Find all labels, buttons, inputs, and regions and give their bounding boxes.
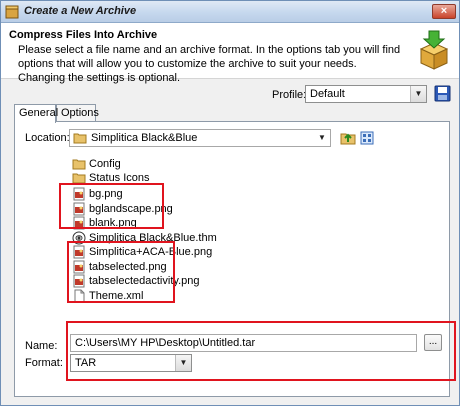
file-name: blank.png — [89, 217, 137, 229]
header-title: Compress Files Into Archive — [9, 29, 158, 41]
tab-general[interactable]: General — [14, 104, 59, 123]
file-name: Theme.xml — [89, 290, 144, 302]
image-file-icon — [73, 216, 85, 230]
image-file-icon — [73, 245, 85, 259]
file-name: bg.png — [89, 188, 123, 200]
file-name: bglandscape.png — [89, 203, 173, 215]
dialog-header: Compress Files Into Archive Please selec… — [1, 23, 459, 84]
file-list[interactable]: Config Status Icons bg.png bglandscape.p… — [69, 151, 437, 313]
chevron-down-icon: ▼ — [314, 130, 330, 146]
file-name: Simplitica Black&Blue.thm — [89, 232, 217, 244]
location-select[interactable]: Simplitica Black&Blue ▼ — [69, 129, 331, 147]
archive-name-value: C:\Users\MY HP\Desktop\Untitled.tar — [75, 337, 256, 349]
archive-name-input[interactable]: C:\Users\MY HP\Desktop\Untitled.tar — [70, 334, 417, 352]
location-value: Simplitica Black&Blue — [91, 132, 198, 144]
folder-icon — [73, 133, 87, 144]
location-label: Location: — [25, 132, 70, 144]
archive-dialog: Create a New Archive × Compress Files In… — [0, 0, 460, 406]
format-select[interactable]: TAR ▼ — [70, 354, 192, 372]
format-label: Format: — [25, 357, 63, 369]
profile-label: Profile: — [272, 89, 307, 101]
chevron-down-icon: ▼ — [175, 355, 191, 371]
format-value: TAR — [75, 357, 97, 369]
profile-value: Default — [310, 88, 345, 100]
compress-box-icon — [419, 30, 449, 70]
image-file-icon — [73, 202, 85, 216]
profile-select[interactable]: Default ▼ — [305, 85, 427, 103]
document-icon — [74, 289, 85, 303]
browse-button[interactable]: ... — [424, 334, 442, 351]
window-title: Create a New Archive — [24, 5, 137, 17]
theme-file-icon — [72, 231, 86, 245]
file-name: Config — [89, 158, 121, 170]
folder-up-icon[interactable] — [340, 130, 356, 146]
tab-options-label: Options — [61, 107, 99, 119]
tab-general-label: General — [19, 107, 59, 119]
image-file-icon — [73, 187, 85, 201]
view-options-icon[interactable] — [360, 131, 374, 145]
file-name: Status Icons — [89, 172, 150, 184]
chevron-down-icon: ▼ — [410, 86, 426, 102]
title-bar[interactable]: Create a New Archive × — [1, 1, 459, 23]
image-file-icon — [73, 260, 85, 274]
header-description: Please select a file name and an archive… — [18, 44, 401, 84]
folder-icon — [72, 173, 86, 184]
file-name: Simplitica+ACA-Blue.png — [89, 246, 213, 258]
close-button[interactable]: × — [432, 4, 456, 19]
folder-icon — [72, 159, 86, 170]
file-name: tabselectedactivity.png — [89, 275, 200, 287]
file-name: tabselected.png — [89, 261, 167, 273]
save-profile-icon[interactable] — [434, 85, 451, 102]
archive-app-icon — [5, 5, 19, 19]
close-icon: × — [440, 5, 448, 17]
image-file-icon — [73, 274, 85, 288]
tab-options[interactable]: Options — [56, 104, 99, 122]
name-label: Name: — [25, 340, 58, 352]
